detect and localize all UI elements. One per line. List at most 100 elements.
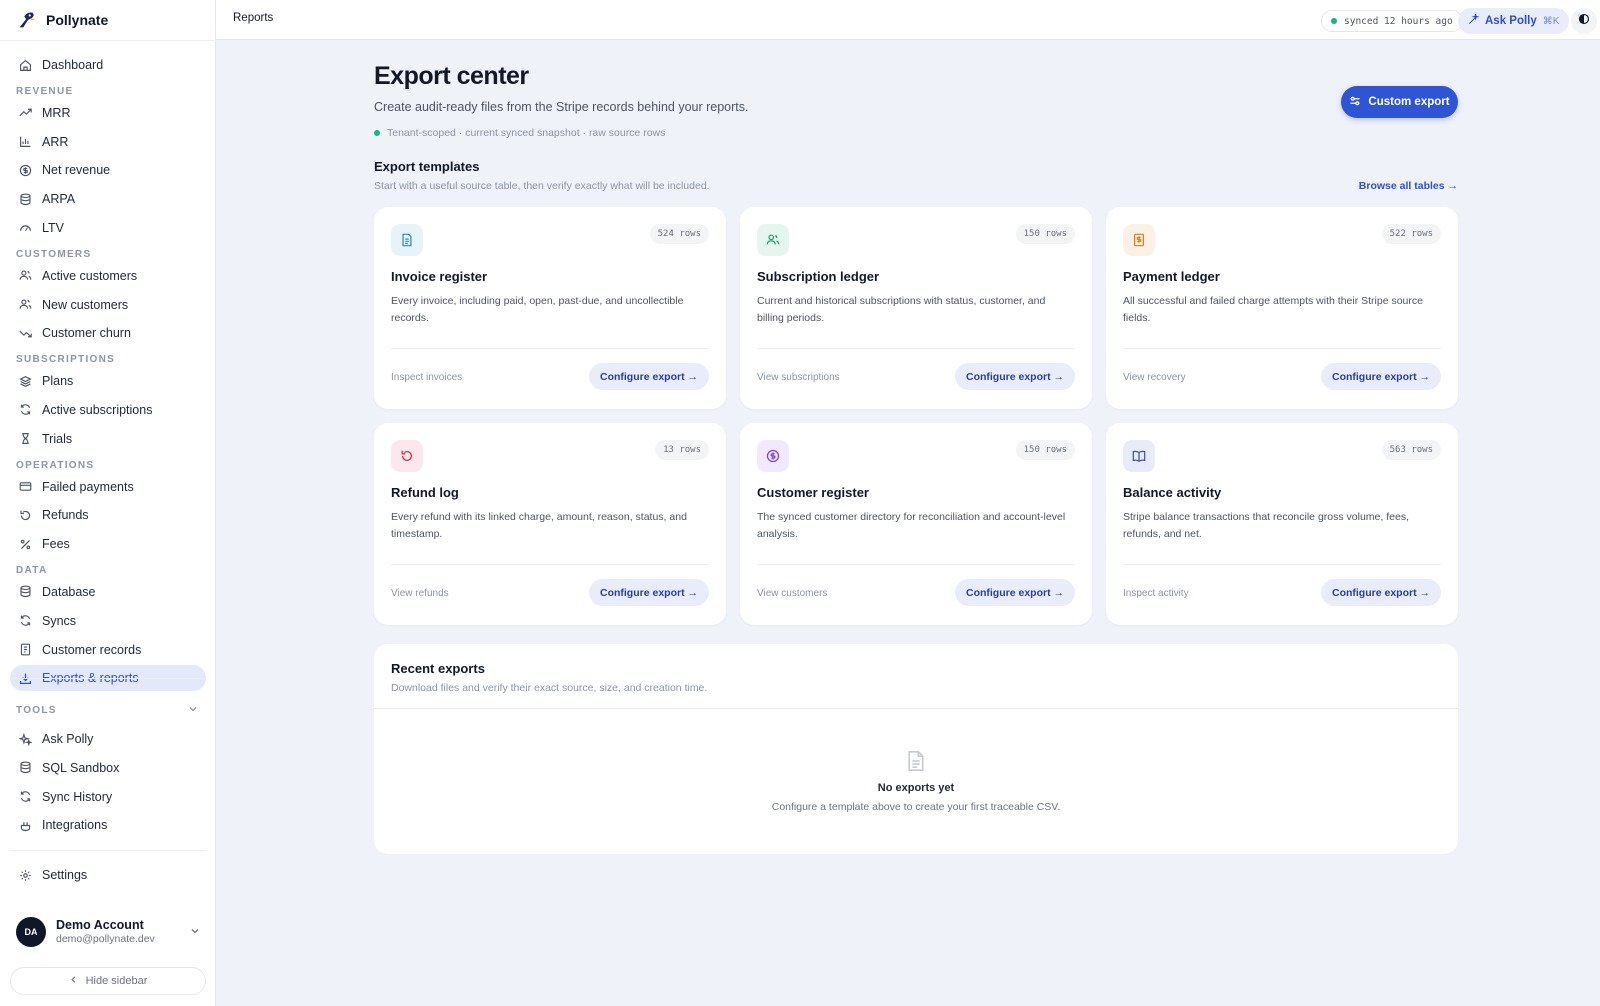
nav-customer-churn[interactable]: Customer churn [10, 320, 206, 346]
nav-syncs[interactable]: Syncs [10, 608, 206, 634]
nav-dashboard[interactable]: Dashboard [10, 52, 206, 78]
configure-export-button[interactable]: Configure export → [1320, 579, 1441, 606]
divider [10, 850, 206, 851]
nav-label: Syncs [42, 613, 77, 628]
nav-label: MRR [42, 105, 71, 120]
configure-export-button[interactable]: Configure export → [954, 363, 1075, 390]
status-dot [1331, 18, 1337, 24]
nav-mrr[interactable]: MRR [10, 100, 206, 126]
template-card-customer-register: 150 rows Customer register The synced cu… [740, 423, 1092, 625]
nav-plans[interactable]: Plans [10, 368, 206, 394]
divider [757, 348, 1075, 349]
dollar-circle-icon [18, 163, 32, 177]
divider [0, 40, 216, 41]
refresh-icon [18, 790, 32, 804]
users-icon [757, 224, 789, 256]
custom-export-button[interactable]: Custom export [1341, 86, 1458, 118]
browse-all-tables-link[interactable]: Browse all tables → [1359, 180, 1458, 192]
nav-label: Customer churn [42, 326, 131, 341]
inspect-link[interactable]: View recovery [1123, 372, 1186, 383]
row-count-badge: 524 rows [649, 224, 709, 244]
divider [1123, 348, 1441, 349]
ask-polly-label: Ask Polly [1485, 15, 1537, 27]
configure-export-button[interactable]: Configure export → [588, 363, 709, 390]
row-count-badge: 13 rows [655, 440, 709, 460]
configure-export-button[interactable]: Configure export → [1320, 363, 1441, 390]
ask-polly-button[interactable]: Ask Polly ⌘K [1458, 8, 1570, 34]
configure-export-button[interactable]: Configure export → [588, 579, 709, 606]
nav-failed-payments[interactable]: Failed payments [10, 474, 206, 500]
magic-wand-icon [1468, 12, 1480, 28]
nav-arpa[interactable]: ARPA [10, 186, 206, 212]
nav-sync-history[interactable]: Sync History [10, 784, 206, 810]
section-revenue: REVENUE [16, 85, 74, 97]
template-card-balance-activity: 563 rows Balance activity Stripe balance… [1106, 423, 1458, 625]
template-card-invoice-register: 524 rows Invoice register Every invoice,… [374, 207, 726, 409]
nav-ask-polly[interactable]: Ask Polly [10, 726, 206, 752]
section-operations: OPERATIONS [16, 459, 95, 471]
home-icon [18, 58, 32, 72]
pollynate-logo-icon [19, 12, 36, 28]
avatar: DA [16, 917, 46, 947]
nav-database[interactable]: Database [10, 579, 206, 605]
brand[interactable]: Pollynate [16, 8, 108, 32]
nav-label: Dashboard [42, 58, 104, 72]
nav-new-customers[interactable]: New customers [10, 292, 206, 318]
inspect-link[interactable]: View subscriptions [757, 372, 840, 383]
nav-active-subscriptions[interactable]: Active subscriptions [10, 397, 206, 423]
trend-down-icon [18, 326, 32, 340]
row-count-badge: 150 rows [1015, 440, 1075, 460]
nav-label: Settings [42, 868, 88, 882]
account-menu[interactable]: DA Demo Account demo@pollynate.dev [16, 915, 200, 949]
inspect-link[interactable]: Inspect activity [1123, 588, 1189, 599]
nav-sql-sandbox[interactable]: SQL Sandbox [10, 755, 206, 781]
nav-active-customers[interactable]: Active customers [10, 263, 206, 289]
nav-label: Failed payments [42, 479, 134, 494]
nav-customer-records[interactable]: Customer records [10, 637, 206, 663]
contrast-icon [1578, 12, 1590, 30]
nav-label: Active subscriptions [42, 402, 153, 417]
divider [374, 708, 1458, 709]
tools-section-toggle[interactable]: TOOLS [16, 704, 198, 717]
divider [757, 564, 1075, 565]
shortcut-hint: ⌘K [1542, 15, 1560, 27]
nav-arr[interactable]: ARR [10, 129, 206, 155]
nav-settings[interactable]: Settings [10, 862, 206, 888]
theme-toggle-button[interactable] [1571, 8, 1597, 34]
database-icon [18, 585, 32, 599]
template-card-subscription-ledger: 150 rows Subscription ledger Current and… [740, 207, 1092, 409]
nav-refunds[interactable]: Refunds [10, 502, 206, 528]
bar-chart-icon [18, 135, 32, 149]
nav-label: Customer records [42, 642, 142, 657]
inspect-link[interactable]: View refunds [391, 588, 449, 599]
template-card-refund-log: 13 rows Refund log Every refund with its… [374, 423, 726, 625]
users-icon [18, 269, 32, 283]
refund-icon [391, 440, 423, 472]
card-description: The synced customer directory for reconc… [757, 511, 1066, 540]
inspect-link[interactable]: Inspect invoices [391, 372, 462, 383]
hide-sidebar-button[interactable]: Hide sidebar [10, 967, 206, 995]
nav-net-revenue[interactable]: Net revenue [10, 157, 206, 183]
sync-status-text: synced 12 hours ago [1344, 15, 1453, 27]
receipt-icon [18, 643, 32, 657]
row-count-badge: 522 rows [1381, 224, 1441, 244]
nav-integrations[interactable]: Integrations [10, 812, 206, 838]
nav-ltv[interactable]: LTV [10, 215, 206, 241]
hourglass-icon [18, 432, 32, 446]
dollar-circle-icon [757, 440, 789, 472]
nav-fees[interactable]: Fees [10, 531, 206, 557]
inspect-link[interactable]: View customers [757, 588, 827, 599]
sync-status-badge: synced 12 hours ago [1321, 10, 1463, 32]
nav-label: Net revenue [42, 163, 111, 178]
sliders-icon [1349, 95, 1361, 110]
templates-title: Export templates [374, 159, 480, 174]
dollar-receipt-icon [1123, 224, 1155, 256]
configure-export-button[interactable]: Configure export → [954, 579, 1075, 606]
divider [10, 678, 206, 679]
nav-trials[interactable]: Trials [10, 426, 206, 452]
card-description: Current and historical subscriptions wit… [757, 295, 1046, 324]
empty-state-subtitle: Configure a template above to create you… [771, 801, 1061, 813]
plug-icon [18, 818, 32, 832]
divider [391, 564, 709, 565]
app-name: Pollynate [46, 12, 109, 28]
